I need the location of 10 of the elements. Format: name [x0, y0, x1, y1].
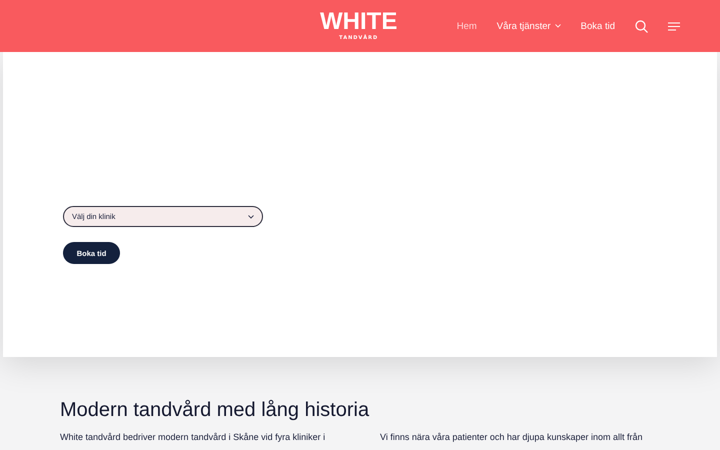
nav-link[interactable]: Hem	[456, 20, 477, 32]
search-icon[interactable]	[635, 20, 648, 32]
paragraph: Vi finns nära våra patienter och har djupa kunskaper inom allt från	[380, 432, 644, 442]
paragraph: White tandvård bedriver modern tandvård i Skåne vid fyra kliniker i	[60, 432, 326, 442]
chevron-icon	[554, 24, 561, 28]
section-title: Modern tandvård med lång historia	[60, 399, 370, 422]
nav-link[interactable]: Boka tid	[580, 20, 615, 32]
menu-icon[interactable]	[668, 22, 680, 30]
chevron-icon	[248, 214, 254, 218]
nav-link[interactable]: Våra tjänster	[496, 20, 561, 32]
